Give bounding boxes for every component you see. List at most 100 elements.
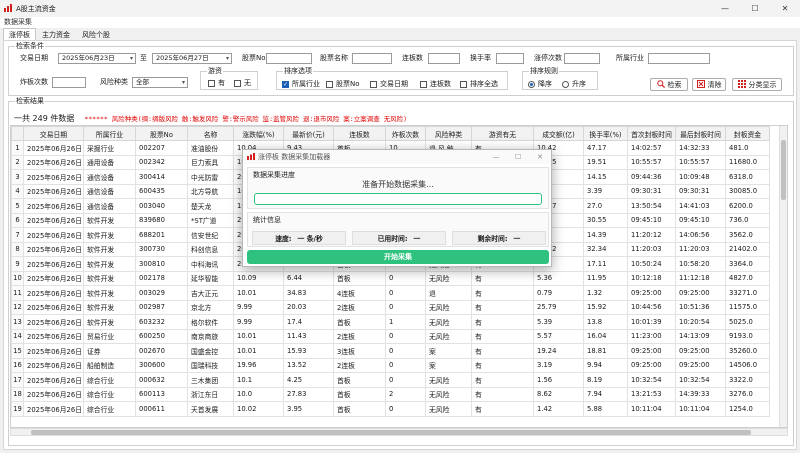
sort-stockno-checkbox[interactable]: 股票No xyxy=(326,79,360,89)
column-header[interactable]: 交易日期 xyxy=(23,126,84,141)
youzi-no-checkbox[interactable]: 无 xyxy=(234,78,251,88)
remaining-stat: 剩余时间: 一 xyxy=(452,231,546,245)
stock-no-input[interactable] xyxy=(266,53,312,64)
sort-desc-radio[interactable]: 降序 xyxy=(528,79,552,89)
table-cell: 国盛金控 xyxy=(187,343,234,359)
lianban-input[interactable] xyxy=(428,53,460,64)
column-header[interactable]: 换手率(%) xyxy=(583,126,628,141)
sort-asc-radio[interactable]: 升序 xyxy=(562,79,586,89)
table-cell: 09:25:00 xyxy=(627,343,676,359)
column-header[interactable]: 最后封板时间 xyxy=(675,126,726,141)
tab-risk-stocks[interactable]: 风险个股 xyxy=(76,28,116,40)
table-row[interactable]: 12 2025年06月26日 软件开发 002987 京北方 9.99 20.03 2连板 0 无… xyxy=(11,299,770,315)
table-cell: 2025年06月26日 xyxy=(23,401,84,417)
date-to-picker[interactable]: 2025年06月27日 xyxy=(152,53,232,64)
column-header[interactable]: 风险种类 xyxy=(425,126,472,141)
table-cell: 有 xyxy=(471,401,534,417)
stock-name-input[interactable] xyxy=(352,53,392,64)
table-cell: 2025年06月26日 xyxy=(23,328,84,344)
table-cell: 300730 xyxy=(135,241,188,257)
table-cell: 5.39 xyxy=(533,314,584,330)
table-cell: 10:32:54 xyxy=(627,372,676,388)
zhaban-count-input[interactable] xyxy=(52,77,86,88)
table-cell: 10.0 xyxy=(233,386,284,402)
sort-industry-checkbox[interactable]: 所属行业 xyxy=(282,79,320,90)
tab-main-funds[interactable]: 主力资金 xyxy=(36,28,76,40)
turnover-input[interactable] xyxy=(496,53,524,64)
industry-input[interactable] xyxy=(648,53,710,64)
menu-item-data-collect[interactable]: 数据采集 xyxy=(4,18,32,26)
table-row[interactable]: 11 2025年06月26日 软件开发 003029 吉大正元 10.01 34.83 4连板… xyxy=(11,285,770,301)
remaining-label: 剩余时间: xyxy=(477,235,508,243)
category-display-button[interactable]: 分类显示 xyxy=(732,78,782,91)
risk-type-select[interactable]: 全部 xyxy=(132,77,188,88)
table-cell: 2连板 xyxy=(333,328,386,344)
zhangting-count-input[interactable] xyxy=(564,53,600,64)
table-cell: 2025年06月26日 xyxy=(23,343,84,359)
table-row[interactable]: 10 2025年06月26日 软件开发 002178 延华智能 10.09 6.44 首板 0 无… xyxy=(11,270,770,286)
dialog-close-button[interactable]: ✕ xyxy=(529,150,551,164)
column-header[interactable]: 成交额(亿) xyxy=(533,126,584,141)
column-header[interactable]: 连板数 xyxy=(333,126,386,141)
column-header[interactable]: 所属行业 xyxy=(83,126,136,141)
table-row[interactable]: 19 2025年06月26日 综合行业 000611 天首发展 10.02 3.95 首板 0 无… xyxy=(11,401,770,417)
search-button[interactable]: 检索 xyxy=(650,78,688,91)
scroll-thumb[interactable] xyxy=(31,430,751,435)
column-header[interactable]: 游资有无 xyxy=(471,126,534,141)
table-row[interactable]: 16 2025年06月26日 船舶制造 300600 国瑞科技 19.96 13.52 2连板… xyxy=(11,357,770,373)
table-cell: 0.79 xyxy=(533,285,584,301)
column-header[interactable]: 首次封板时间 xyxy=(627,126,676,141)
progress-status-text: 准备开始数据采集... xyxy=(362,180,434,189)
table-cell: 贸易行业 xyxy=(83,328,136,344)
remaining-value: 一 xyxy=(513,235,521,243)
table-cell: 9.99 xyxy=(233,299,284,315)
column-header[interactable]: 最新价(元) xyxy=(283,126,334,141)
date-from-picker[interactable]: 2025年06月23日 xyxy=(58,53,136,64)
table-cell: 2025年06月26日 xyxy=(23,227,84,243)
table-cell: 2025年06月26日 xyxy=(23,241,84,257)
checkbox-box xyxy=(420,80,427,88)
table-cell: 8.62 xyxy=(533,386,584,402)
start-collection-button[interactable]: 开始采集 xyxy=(247,250,549,264)
dialog-maximize-button[interactable]: ☐ xyxy=(507,150,529,164)
table-cell: 有 xyxy=(471,270,534,286)
table-row[interactable]: 17 2025年06月26日 综合行业 000632 三木集团 10.1 4.25 首板 0 无风… xyxy=(11,372,770,388)
table-cell: 3276.0 xyxy=(725,386,770,402)
tab-zhangting[interactable]: 涨停板 xyxy=(3,28,36,40)
clear-button[interactable]: 清除 xyxy=(692,78,726,91)
table-row[interactable]: 18 2025年06月26日 综合行业 600113 浙江东日 10.0 27.83 首板 2 无… xyxy=(11,386,770,402)
table-row[interactable]: 13 2025年06月26日 软件开发 603232 格尔软件 9.99 17.4 首板 1 无风… xyxy=(11,314,770,330)
elapsed-stat: 已用时间: 一 xyxy=(352,231,446,245)
table-row[interactable]: 15 2025年06月26日 证券 002670 国盛金控 10.01 15.93 3连板 0 案… xyxy=(11,343,770,359)
table-cell: 6200.0 xyxy=(725,198,770,214)
horizontal-scrollbar[interactable] xyxy=(10,428,788,436)
table-cell: 0 xyxy=(385,357,426,373)
checkbox-box xyxy=(282,80,289,90)
table-cell: 11:20:12 xyxy=(627,227,676,243)
table-cell: 13.8 xyxy=(583,314,628,330)
table-cell: 4827.0 xyxy=(725,270,770,286)
vertical-scrollbar[interactable] xyxy=(779,126,787,427)
column-header[interactable]: 封板资金 xyxy=(725,126,770,141)
table-cell: 0 xyxy=(385,343,426,359)
sort-lianban-checkbox[interactable]: 连板数 xyxy=(420,79,451,89)
sort-all-checkbox[interactable]: 排序全选 xyxy=(460,79,498,89)
youzi-legend: 游资 xyxy=(208,67,222,75)
sort-date-checkbox[interactable]: 交易日期 xyxy=(370,79,408,89)
minimize-button[interactable]: — xyxy=(710,0,740,17)
maximize-button[interactable]: ☐ xyxy=(740,0,770,17)
close-button[interactable]: ✕ xyxy=(770,0,800,17)
column-header[interactable]: 股票No xyxy=(135,126,188,141)
table-cell: 无风险 xyxy=(425,299,472,315)
table-cell: 4连板 xyxy=(333,285,386,301)
column-header[interactable]: 炸板次数 xyxy=(385,126,426,141)
table-row[interactable]: 14 2025年06月26日 贸易行业 600250 南京商旅 10.01 11.43 2连板… xyxy=(11,328,770,344)
youzi-yes-checkbox[interactable]: 有 xyxy=(208,78,225,88)
table-cell: 10:55:57 xyxy=(675,154,726,170)
table-cell: 0 xyxy=(385,270,426,286)
scroll-thumb[interactable] xyxy=(781,140,786,200)
dialog-minimize-button[interactable]: — xyxy=(485,150,507,164)
column-header[interactable]: 名称 xyxy=(187,126,234,141)
stats-section: 统计信息 速度: 一 条/秒 已用时间: 一 剩余时间: 一 xyxy=(247,212,549,247)
column-header[interactable]: 涨跌幅(%) xyxy=(233,126,284,141)
